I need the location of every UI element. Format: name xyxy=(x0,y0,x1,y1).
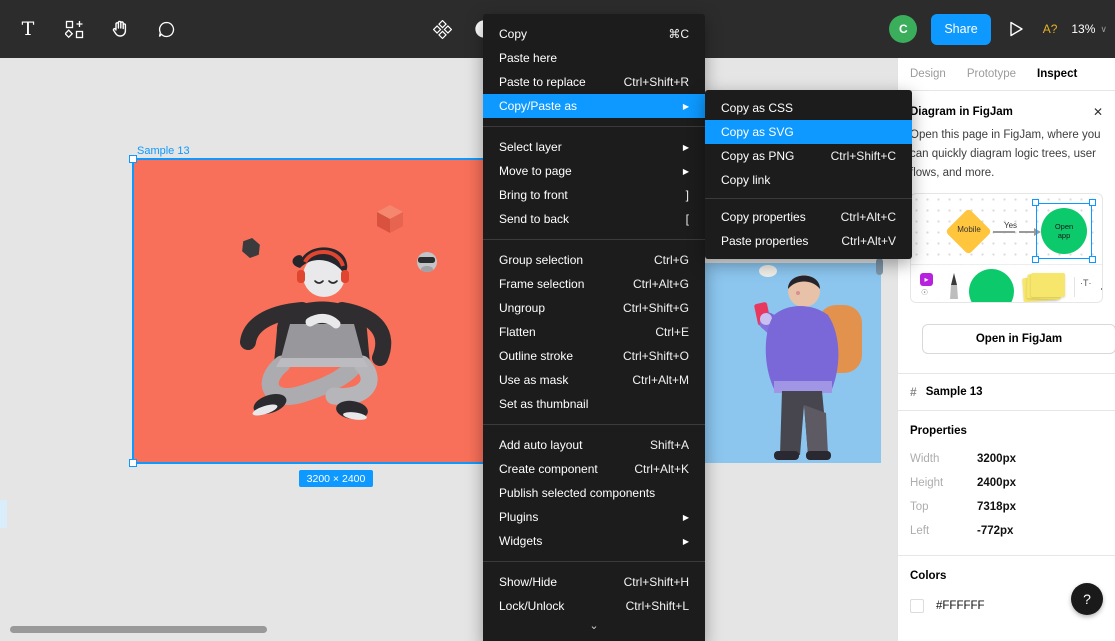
menu-item-add-auto-layout[interactable]: Add auto layout Shift+A xyxy=(483,433,705,457)
frame-dimensions-badge: 3200 × 2400 xyxy=(299,470,373,487)
inspector-panel: Design Prototype Inspect Diagram in FigJ… xyxy=(897,58,1115,641)
present-icon[interactable] xyxy=(1005,17,1029,41)
submenu-arrow-icon: ▶ xyxy=(683,537,689,546)
menu-item-show-hide[interactable]: Show/Hide Ctrl+Shift+H xyxy=(483,570,705,594)
laptop-person-illustration xyxy=(134,160,536,462)
chevron-down-icon: ∨ xyxy=(1100,24,1107,35)
figma-app: Sample 13 xyxy=(0,0,1115,641)
tab-prototype[interactable]: Prototype xyxy=(967,68,1016,80)
submenu-item-copy-as-png[interactable]: Copy as PNG Ctrl+Shift+C xyxy=(705,144,912,168)
colors-title: Colors xyxy=(910,570,1103,582)
menu-item-use-as-mask[interactable]: Use as mask Ctrl+Alt+M xyxy=(483,368,705,392)
panel-tabs: Design Prototype Inspect xyxy=(898,58,1115,91)
menu-item-group-selection[interactable]: Group selection Ctrl+G xyxy=(483,248,705,272)
tab-inspect[interactable]: Inspect xyxy=(1037,68,1077,80)
figjam-text-tool-icon: ·T· xyxy=(1080,278,1092,288)
menu-item-copy-paste-as[interactable]: Copy/Paste as ▶ xyxy=(483,94,705,118)
help-button[interactable]: ? xyxy=(1071,583,1103,615)
figjam-sticky-icon xyxy=(1031,273,1065,297)
frame-icon: # xyxy=(910,385,917,399)
share-button[interactable]: Share xyxy=(931,14,990,45)
menu-item-publish-selected-components[interactable]: Publish selected components xyxy=(483,481,705,505)
offscreen-frame-sliver xyxy=(0,500,7,528)
zoom-control[interactable]: 13% ∨ xyxy=(1071,22,1107,36)
figjam-toolbar-strip: ▸ ☉ ·T· xyxy=(911,264,1102,303)
menu-item-frame-selection[interactable]: Frame selection Ctrl+Alt+G xyxy=(483,272,705,296)
menu-item-bring-to-front[interactable]: Bring to front ] xyxy=(483,183,705,207)
submenu-arrow-icon: ▶ xyxy=(683,513,689,522)
figjam-edge xyxy=(1019,231,1035,233)
submenu-item-copy-properties[interactable]: Copy properties Ctrl+Alt+C xyxy=(705,205,912,229)
zoom-level: 13% xyxy=(1071,22,1095,36)
submenu-arrow-icon: ▶ xyxy=(683,143,689,152)
figjam-shape-icon xyxy=(969,269,1014,303)
properties-section: Properties Width 3200px Height 2400px To… xyxy=(898,411,1115,556)
menu-item-plugins[interactable]: Plugins ▶ xyxy=(483,505,705,529)
figjam-promo: Diagram in FigJam ✕ Open this page in Fi… xyxy=(898,91,1115,354)
property-row-top: Top 7318px xyxy=(910,495,1103,519)
color-hex[interactable]: #FFFFFF xyxy=(936,600,985,612)
figjam-description: Open this page in FigJam, where you can … xyxy=(910,126,1103,183)
figjam-strip-divider xyxy=(1074,277,1075,297)
text-tool-icon[interactable]: T xyxy=(16,17,40,41)
menu-item-copy[interactable]: Copy ⌘C xyxy=(483,22,705,46)
open-in-figjam-button[interactable]: Open in FigJam xyxy=(922,324,1115,354)
component-tool-icon[interactable] xyxy=(430,17,454,41)
hand-tool-icon[interactable] xyxy=(108,17,132,41)
property-row-width: Width 3200px xyxy=(910,447,1103,471)
context-menu: Copy ⌘C Paste here Paste to replace Ctrl… xyxy=(483,14,705,641)
figjam-cursor-tool-icon: ▸ xyxy=(920,273,933,286)
submenu-arrow-icon: ▶ xyxy=(683,102,689,111)
menu-item-lock-unlock[interactable]: Lock/Unlock Ctrl+Shift+L xyxy=(483,594,705,618)
color-swatch-white[interactable] xyxy=(910,599,924,613)
menu-item-move-to-page[interactable]: Move to page ▶ xyxy=(483,159,705,183)
shape-tools-icon[interactable] xyxy=(62,17,86,41)
selection-handle-top-left[interactable] xyxy=(129,155,137,163)
menu-item-set-as-thumbnail[interactable]: Set as thumbnail xyxy=(483,392,705,416)
canvas-frame-label[interactable]: Sample 13 xyxy=(137,145,190,157)
menu-item-paste-here[interactable]: Paste here xyxy=(483,46,705,70)
horizontal-scrollbar[interactable] xyxy=(10,626,267,633)
vertical-scrollbar[interactable] xyxy=(876,258,883,275)
submenu-item-paste-properties[interactable]: Paste properties Ctrl+Alt+V xyxy=(705,229,912,253)
property-row-left: Left -772px xyxy=(910,519,1103,543)
menu-item-create-component[interactable]: Create component Ctrl+Alt+K xyxy=(483,457,705,481)
comment-tool-icon[interactable] xyxy=(154,17,178,41)
selected-layer-row[interactable]: # Sample 13 xyxy=(898,373,1115,411)
properties-title: Properties xyxy=(910,425,1103,437)
layer-name: Sample 13 xyxy=(926,386,983,398)
figjam-title: Diagram in FigJam xyxy=(910,106,1013,118)
submenu-item-copy-link[interactable]: Copy link xyxy=(705,168,912,192)
avatar[interactable]: C xyxy=(889,15,917,43)
submenu-item-copy-as-css[interactable]: Copy as CSS xyxy=(705,96,912,120)
figjam-hand-tool-icon: ☉ xyxy=(921,288,928,297)
menu-item-flatten[interactable]: Flatten Ctrl+E xyxy=(483,320,705,344)
submenu-item-copy-as-svg[interactable]: Copy as SVG xyxy=(705,120,912,144)
figjam-diamond-label: Mobile xyxy=(947,225,991,234)
figjam-preview: Mobile Yes Open app ▸ ☉ xyxy=(910,193,1103,303)
menu-item-send-to-back[interactable]: Send to back [ xyxy=(483,207,705,231)
menu-more-chevron-icon[interactable]: ⌄ xyxy=(483,618,705,636)
submenu-arrow-icon: ▶ xyxy=(683,167,689,176)
missing-font-indicator[interactable]: A? xyxy=(1043,22,1058,36)
figjam-selection-box xyxy=(1036,203,1092,259)
menu-item-select-layer[interactable]: Select layer ▶ xyxy=(483,135,705,159)
menu-item-ungroup[interactable]: Ungroup Ctrl+Shift+G xyxy=(483,296,705,320)
figjam-marker-icon xyxy=(947,271,961,299)
property-row-height: Height 2400px xyxy=(910,471,1103,495)
figjam-edge-label: Yes xyxy=(1002,221,1019,230)
selection-handle-bottom-left[interactable] xyxy=(129,459,137,467)
figjam-edge xyxy=(993,231,1015,233)
selected-frame-sample-13[interactable] xyxy=(132,158,538,464)
menu-item-widgets[interactable]: Widgets ▶ xyxy=(483,529,705,553)
menu-item-outline-stroke[interactable]: Outline stroke Ctrl+Shift+O xyxy=(483,344,705,368)
tab-design[interactable]: Design xyxy=(910,68,946,80)
close-icon[interactable]: ✕ xyxy=(1093,105,1103,119)
menu-item-paste-to-replace[interactable]: Paste to replace Ctrl+Shift+R xyxy=(483,70,705,94)
figjam-connector-icon xyxy=(1099,276,1103,292)
copy-paste-as-submenu: Copy as CSS Copy as SVG Copy as PNG Ctrl… xyxy=(705,90,912,259)
